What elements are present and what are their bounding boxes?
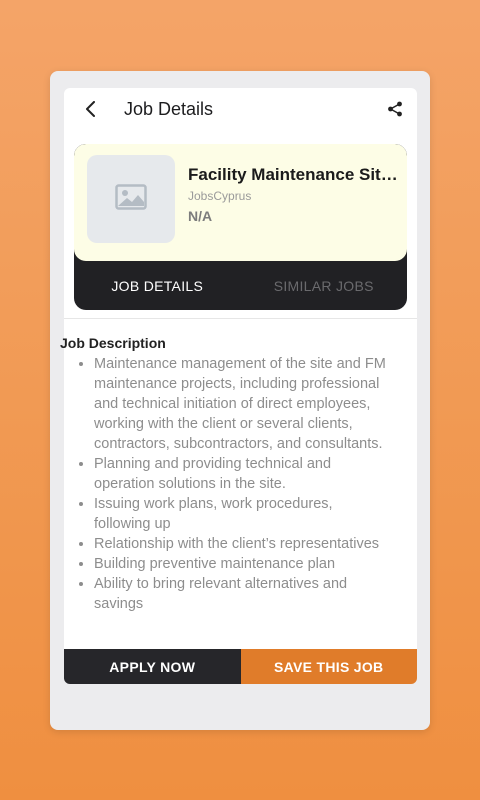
salary-value: N/A — [188, 208, 213, 224]
company-name: JobsCyprus — [188, 189, 252, 203]
list-item: Planning and providing technical and ope… — [94, 454, 390, 494]
job-header: Facility Maintenance Site Manager JobsCy… — [74, 144, 407, 261]
job-details-screen: Job Details Facility Maintenance Site Jo… — [50, 71, 430, 730]
share-icon[interactable] — [383, 97, 407, 121]
job-description-heading: Job Description — [60, 335, 166, 351]
tab-job-details[interactable]: JOB DETAILS — [74, 261, 241, 310]
list-item: Building preventive maintenance plan — [94, 554, 390, 574]
company-logo — [87, 155, 175, 243]
back-arrow-icon[interactable] — [79, 97, 103, 121]
list-item: Relationship with the client’s represent… — [94, 534, 390, 554]
job-title: Facility Maintenance Site Manager — [188, 165, 398, 184]
section-divider — [64, 318, 417, 319]
tab-similar-jobs[interactable]: SIMILAR JOBS — [241, 261, 408, 310]
action-bar: APPLY NOW SAVE THIS JOB — [64, 649, 417, 684]
list-item: Ability to bring relevant alternatives a… — [94, 574, 390, 614]
save-job-button[interactable]: SAVE THIS JOB — [240, 649, 417, 684]
tab-bar: JOB DETAILS SIMILAR JOBS — [74, 261, 407, 310]
app-bar: Job Details — [64, 88, 417, 132]
image-placeholder-icon — [115, 183, 147, 215]
apply-now-button[interactable]: APPLY NOW — [64, 649, 241, 684]
list-item: Issuing work plans, work procedures, fol… — [94, 494, 390, 534]
job-description-list: Maintenance management of the site and F… — [60, 354, 390, 614]
job-summary-card: Facility Maintenance Site Manager JobsCy… — [74, 144, 407, 310]
list-item: Maintenance management of the site and F… — [94, 354, 390, 454]
page-title: Job Details — [124, 99, 214, 119]
